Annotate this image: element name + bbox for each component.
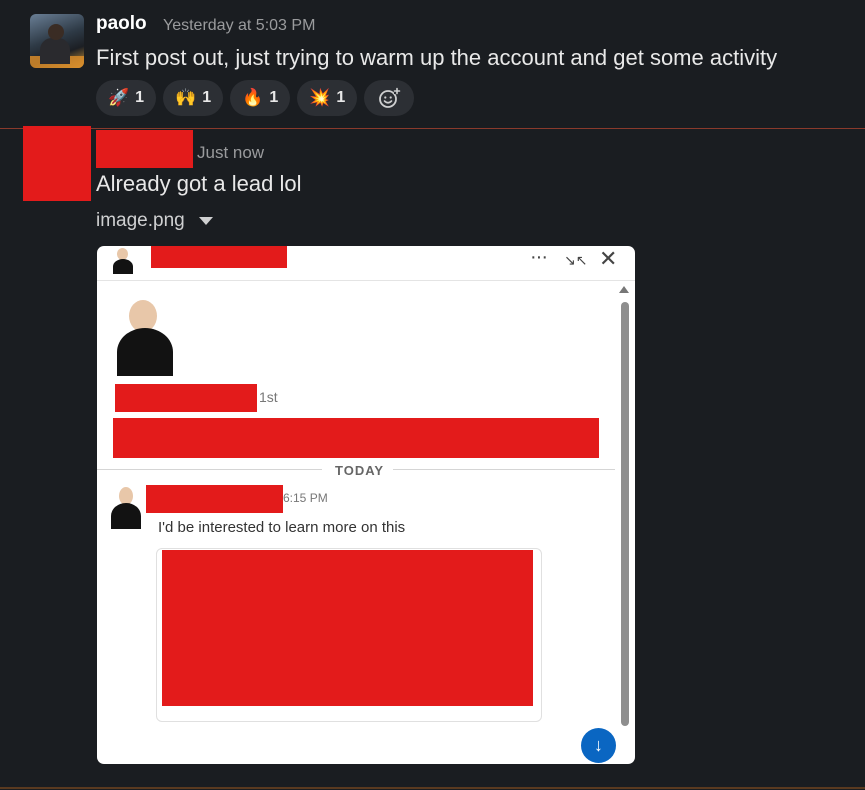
redacted-headline bbox=[113, 418, 599, 458]
redacted-profile-name bbox=[115, 384, 257, 412]
reaction-raised-hands[interactable]: 🙌 1 bbox=[163, 80, 224, 116]
reactions-bar: 🚀 1 🙌 1 🔥 1 💥 1 bbox=[96, 80, 415, 116]
divider-line bbox=[393, 469, 615, 470]
new-messages-divider bbox=[0, 128, 865, 129]
more-icon[interactable]: ··· bbox=[530, 246, 548, 269]
chat-message-text: I'd be interested to learn more on this bbox=[158, 519, 406, 536]
attachment-header[interactable]: image.png bbox=[96, 210, 213, 232]
bottom-divider bbox=[0, 787, 865, 789]
caret-down-icon[interactable] bbox=[198, 217, 213, 225]
reaction-count: 1 bbox=[202, 89, 212, 106]
scroll-up-icon[interactable] bbox=[619, 286, 629, 293]
scrollbar-thumb[interactable] bbox=[621, 302, 629, 726]
collapse-icon[interactable]: ↘↖ bbox=[564, 252, 587, 269]
raised-hands-icon: 🙌 bbox=[175, 88, 197, 107]
reaction-count: 1 bbox=[336, 89, 346, 106]
redacted-shared-content bbox=[162, 550, 533, 706]
message-timestamp[interactable]: Yesterday at 5:03 PM bbox=[163, 17, 315, 35]
close-icon[interactable]: ✕ bbox=[599, 246, 617, 272]
message-timestamp[interactable]: Just now bbox=[197, 143, 264, 163]
author-name[interactable]: paolo bbox=[96, 13, 147, 35]
reaction-collision[interactable]: 💥 1 bbox=[297, 80, 358, 116]
sender-avatar bbox=[111, 487, 141, 531]
profile-photo bbox=[117, 300, 173, 376]
add-reaction-button[interactable] bbox=[364, 80, 415, 116]
collision-icon: 💥 bbox=[309, 88, 331, 107]
redacted-sender-name bbox=[146, 485, 283, 513]
profile-avatar-small bbox=[111, 248, 135, 274]
message-text: First post out, just trying to warm up t… bbox=[96, 45, 778, 70]
scroll-down-button[interactable]: ↓ bbox=[581, 728, 616, 763]
divider-line bbox=[97, 469, 322, 470]
attachment-filename[interactable]: image.png bbox=[96, 210, 185, 232]
add-emoji-icon bbox=[379, 87, 401, 108]
message-time: 6:15 PM bbox=[283, 491, 328, 505]
reaction-rocket[interactable]: 🚀 1 bbox=[96, 80, 157, 116]
attached-image[interactable]: ··· ↘↖ ✕ 1st TODAY 6:15 PM I'd be intere… bbox=[97, 246, 635, 764]
reaction-count: 1 bbox=[269, 89, 279, 106]
connection-degree: 1st bbox=[259, 389, 278, 405]
message-text: Already got a lead lol bbox=[96, 171, 302, 196]
avatar[interactable] bbox=[30, 14, 84, 68]
rocket-icon: 🚀 bbox=[108, 88, 130, 107]
reaction-count: 1 bbox=[135, 89, 145, 106]
redacted-author-name bbox=[96, 130, 193, 168]
redacted-avatar bbox=[23, 126, 91, 201]
reaction-fire[interactable]: 🔥 1 bbox=[230, 80, 291, 116]
redacted-contact-name bbox=[151, 246, 287, 268]
date-divider: TODAY bbox=[335, 463, 385, 478]
fire-icon: 🔥 bbox=[242, 88, 264, 107]
